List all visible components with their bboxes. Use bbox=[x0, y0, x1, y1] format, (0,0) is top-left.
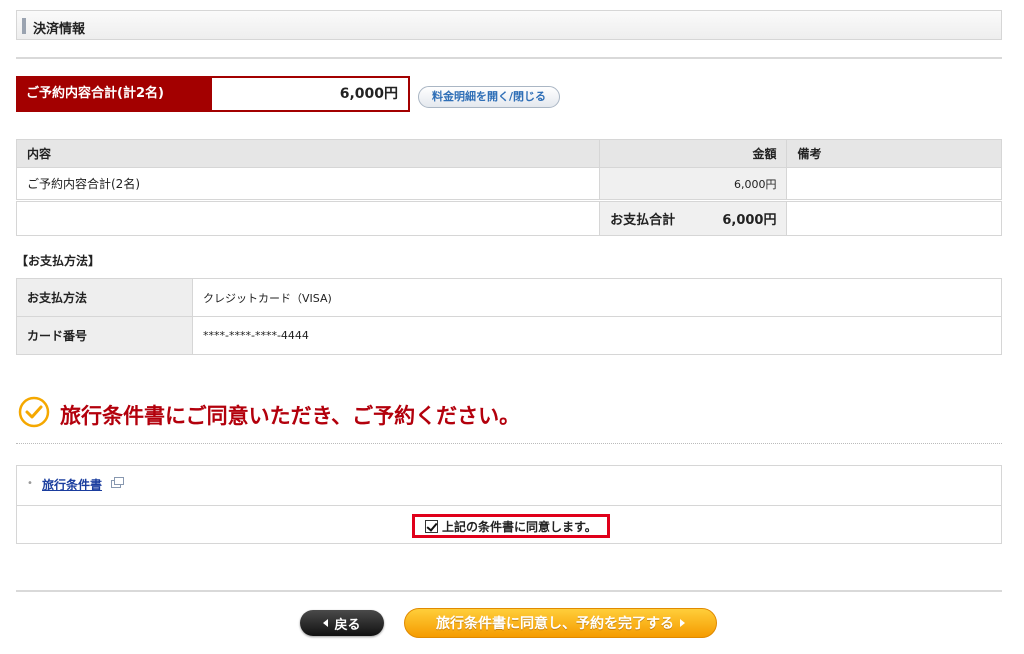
divider bbox=[16, 57, 1002, 59]
total-label: ご予約内容合計(計2名) bbox=[16, 76, 210, 112]
row-note bbox=[786, 167, 1002, 200]
checkbox-checked-icon[interactable] bbox=[425, 519, 438, 533]
card-number-key: カード番号 bbox=[16, 316, 193, 355]
check-circle-icon bbox=[18, 396, 50, 428]
dotted-divider bbox=[16, 443, 1002, 444]
payment-total-row: お支払合計 6,000円 bbox=[15, 201, 1002, 236]
section-header: 決済情報 bbox=[16, 10, 1002, 40]
terms-box: • 旅行条件書 上記の条件書に同意します。 bbox=[16, 465, 1002, 544]
section-title: 決済情報 bbox=[33, 22, 86, 37]
complete-button-label: 旅行条件書に同意し、予約を完了する bbox=[436, 616, 674, 632]
external-window-icon bbox=[111, 477, 124, 488]
card-number-value: ****-****-****-4444 bbox=[192, 316, 1002, 355]
terms-row: • 旅行条件書 bbox=[17, 466, 1001, 506]
agreement-heading: 旅行条件書にご同意いただき、ご予約ください。 bbox=[60, 404, 521, 428]
toggle-breakdown-button[interactable]: 料金明細を開く/閉じる bbox=[418, 86, 560, 108]
arrow-left-icon bbox=[323, 619, 329, 627]
arrow-right-icon bbox=[680, 619, 685, 627]
payment-total-label: お支払合計 bbox=[610, 213, 676, 228]
bullet-icon: • bbox=[27, 478, 33, 489]
total-amount: 6,000円 bbox=[210, 76, 410, 112]
card-number-row: カード番号 ****-****-****-4444 bbox=[16, 316, 1002, 355]
payment-method-key: お支払方法 bbox=[16, 278, 193, 317]
col-header-amount: 金額 bbox=[599, 139, 788, 168]
payment-total-amount: 6,000円 bbox=[722, 213, 777, 228]
col-header-note: 備考 bbox=[786, 139, 1002, 168]
table-row: ご予約内容合計(2名) 6,000円 bbox=[15, 167, 1002, 200]
col-header-content: 内容 bbox=[15, 139, 601, 168]
back-button[interactable]: 戻る bbox=[300, 610, 384, 636]
payment-method-table: お支払方法 クレジットカード（VISA) カード番号 ****-****-***… bbox=[16, 278, 1002, 355]
breakdown-table: 内容 金額 備考 ご予約内容合計(2名) 6,000円 お支払合計 6,000円 bbox=[15, 139, 1002, 236]
agree-checkbox[interactable]: 上記の条件書に同意します。 bbox=[412, 514, 610, 538]
payment-total-cell: お支払合計 6,000円 bbox=[599, 201, 788, 236]
back-button-label: 戻る bbox=[334, 617, 361, 633]
agree-checkbox-label: 上記の条件書に同意します。 bbox=[442, 519, 597, 534]
complete-reservation-button[interactable]: 旅行条件書に同意し、予約を完了する bbox=[404, 608, 717, 638]
table-header-row: 内容 金額 備考 bbox=[15, 139, 1002, 168]
payment-method-row: お支払方法 クレジットカード（VISA) bbox=[16, 278, 1002, 317]
payment-method-heading: 【お支払方法】 bbox=[16, 254, 101, 268]
payment-total-empty bbox=[15, 201, 601, 236]
row-amount: 6,000円 bbox=[599, 167, 788, 200]
section-bar bbox=[22, 18, 26, 34]
terms-link[interactable]: 旅行条件書 bbox=[42, 476, 102, 493]
payment-method-value: クレジットカード（VISA) bbox=[192, 278, 1002, 317]
payment-total-note bbox=[786, 201, 1002, 236]
row-item: ご予約内容合計(2名) bbox=[15, 167, 601, 200]
bottom-divider bbox=[16, 590, 1002, 592]
